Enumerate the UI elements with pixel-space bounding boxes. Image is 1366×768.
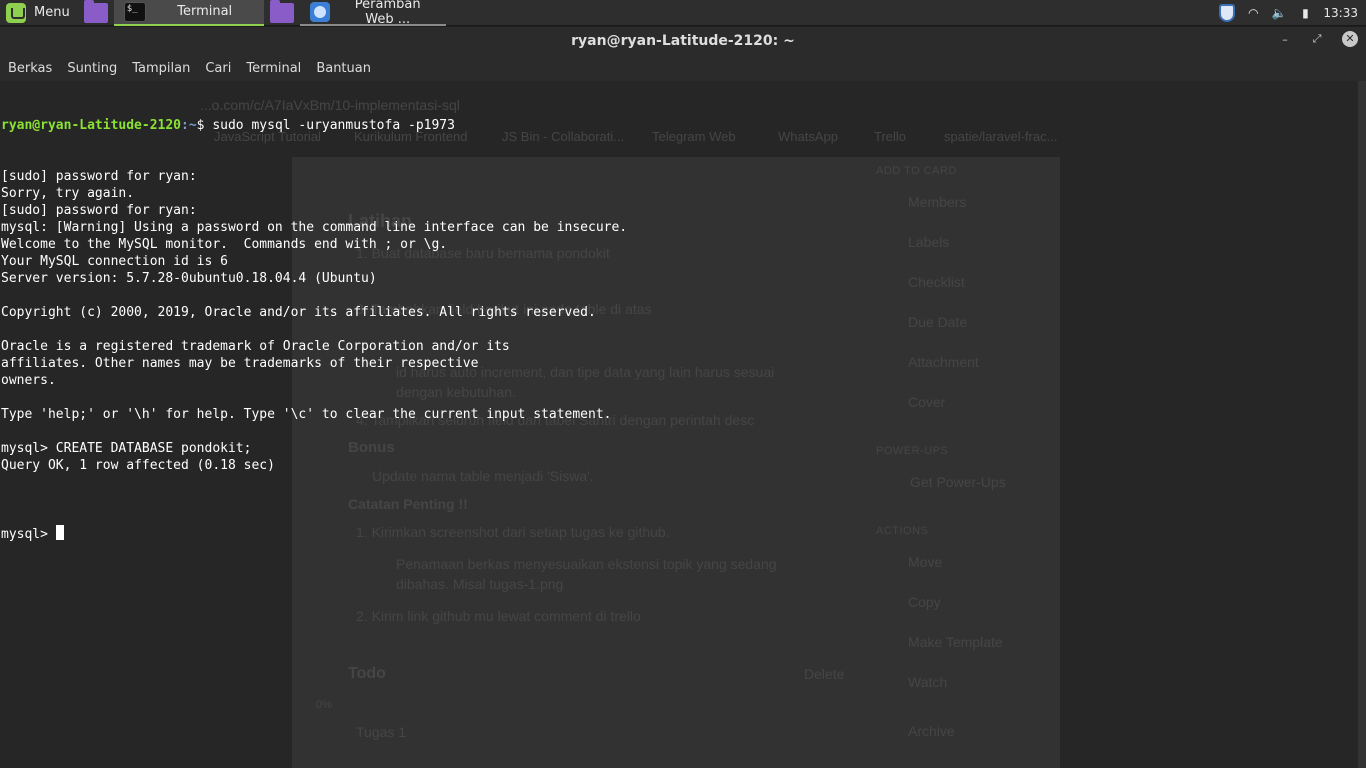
ghost-side-item: Make Template bbox=[908, 634, 1003, 650]
ghost-side-item: Watch bbox=[908, 674, 948, 690]
system-tray: ◠ 🔈 ▮ 13:33 bbox=[1219, 3, 1366, 22]
shield-icon[interactable] bbox=[1219, 3, 1236, 22]
minimize-button[interactable]: – bbox=[1278, 33, 1292, 46]
ghost-section: ACTIONS bbox=[876, 525, 929, 537]
folder-icon[interactable] bbox=[269, 0, 294, 23]
menu-label: Menu bbox=[34, 5, 70, 20]
clock[interactable]: 13:33 bbox=[1323, 6, 1358, 20]
menu-cari[interactable]: Cari bbox=[205, 61, 231, 76]
battery-icon[interactable]: ▮ bbox=[1297, 5, 1313, 21]
menu-bantuan[interactable]: Bantuan bbox=[316, 61, 371, 76]
output-lines: [sudo] password for ryan: Sorry, try agai… bbox=[1, 168, 627, 491]
task-browser[interactable]: Peramban Web ... bbox=[299, 0, 446, 27]
ghost-section: ADD TO CARD bbox=[876, 165, 957, 177]
ghost-bookmark: WhatsApp bbox=[778, 129, 838, 144]
terminal-line: owners. bbox=[1, 373, 56, 388]
terminal-menubar: Berkas Sunting Tampilan Cari Terminal Ba… bbox=[0, 55, 1366, 81]
task-terminal[interactable]: $_ Terminal bbox=[113, 0, 264, 26]
terminal-scrollbar[interactable] bbox=[1358, 81, 1366, 768]
ghost-line: Todo bbox=[348, 665, 386, 682]
prompt-user: ryan@ryan-Latitude-2120 bbox=[1, 118, 182, 133]
ghost-bookmark: Telegram Web bbox=[652, 129, 736, 144]
menu-button[interactable]: Menu bbox=[0, 0, 78, 26]
terminal-line: Welcome to the MySQL monitor. Commands e… bbox=[1, 237, 448, 252]
ghost-side-item: Attachment bbox=[908, 354, 979, 370]
ghost-line: Tugas 1 bbox=[356, 724, 407, 740]
menu-sunting[interactable]: Sunting bbox=[67, 61, 117, 76]
wifi-icon[interactable]: ◠ bbox=[1245, 5, 1261, 21]
terminal-line: [sudo] password for ryan: bbox=[1, 169, 197, 184]
terminal-line: [sudo] password for ryan: bbox=[1, 203, 197, 218]
task-label: Terminal bbox=[177, 4, 233, 19]
terminal-line: Query OK, 1 row affected (0.18 sec) bbox=[1, 458, 275, 473]
mysql-prompt: mysql> bbox=[1, 527, 56, 542]
window-controls: – ⤢ ✕ bbox=[1278, 31, 1358, 47]
terminal-icon: $_ bbox=[123, 1, 146, 22]
menu-tampilan[interactable]: Tampilan bbox=[132, 61, 190, 76]
ghost-side-item: Copy bbox=[908, 594, 941, 610]
terminal-line: Server version: 5.7.28-0ubuntu0.18.04.4 … bbox=[1, 271, 377, 286]
ghost-side-item: Members bbox=[908, 194, 967, 210]
menu-berkas[interactable]: Berkas bbox=[8, 61, 52, 76]
terminal-line: mysql> CREATE DATABASE pondokit; bbox=[1, 441, 252, 456]
close-button[interactable]: ✕ bbox=[1342, 31, 1358, 47]
terminal-line: affiliates. Other names may be trademark… bbox=[1, 356, 479, 371]
ghost-side-item: Get Power-Ups bbox=[910, 474, 1006, 490]
window-titlebar[interactable]: ryan@ryan-Latitude-2120: ~ – ⤢ ✕ bbox=[0, 27, 1366, 55]
ghost-side-item: Labels bbox=[908, 234, 950, 250]
ghost-side-item: Cover bbox=[908, 394, 946, 410]
ghost-line: 2. Kirim link github mu lewat comment di… bbox=[356, 608, 641, 624]
terminal-line: mysql: [Warning] Using a password on the… bbox=[1, 220, 628, 235]
text-cursor bbox=[55, 525, 64, 540]
terminal-line: Your MySQL connection id is 6 bbox=[1, 254, 228, 269]
browser-icon bbox=[309, 1, 330, 22]
current-prompt-line[interactable]: mysql> bbox=[1, 525, 627, 542]
terminal-area[interactable]: ...o.com/c/A7IaVxBm/10-implementasi-sql … bbox=[0, 81, 1366, 768]
ghost-progress: 0% bbox=[316, 699, 332, 711]
terminal-line: Oracle is a registered trademark of Orac… bbox=[1, 339, 510, 354]
ghost-line: dibahas. Misal tugas-1.png bbox=[396, 576, 564, 592]
mint-logo-icon bbox=[6, 2, 26, 23]
task-label: Peramban Web ... bbox=[354, 0, 421, 27]
terminal-output: ryan@ryan-Latitude-2120:~$ sudo mysql -u… bbox=[1, 83, 627, 576]
ghost-side-item: Move bbox=[908, 554, 943, 570]
ghost-bookmark: spatie/laravel-frac... bbox=[944, 129, 1058, 144]
ghost-bookmark: Trello bbox=[874, 129, 907, 144]
command-line: ryan@ryan-Latitude-2120:~$ sudo mysql -u… bbox=[1, 117, 627, 134]
terminal-line: Copyright (c) 2000, 2019, Oracle and/or … bbox=[1, 305, 596, 320]
prompt-path: :~ bbox=[181, 118, 197, 133]
top-panel: Menu $_ Terminal Peramban Web ... ◠ 🔈 ▮ … bbox=[0, 0, 1366, 27]
window-title: ryan@ryan-Latitude-2120: ~ bbox=[571, 33, 795, 49]
menu-terminal[interactable]: Terminal bbox=[246, 61, 301, 76]
ghost-section: POWER-UPS bbox=[876, 445, 949, 457]
folder-icon[interactable] bbox=[83, 0, 108, 23]
ghost-side-item: Checklist bbox=[908, 274, 965, 290]
command-text: $ sudo mysql -uryanmustofa -p1973 bbox=[196, 118, 455, 133]
terminal-line: Sorry, try again. bbox=[1, 186, 135, 201]
ghost-delete: Delete bbox=[804, 666, 845, 682]
ghost-side-item: Archive bbox=[908, 723, 955, 739]
volume-icon[interactable]: 🔈 bbox=[1271, 5, 1287, 21]
terminal-line: Type 'help;' or '\h' for help. Type '\c'… bbox=[1, 407, 612, 422]
maximize-button[interactable]: ⤢ bbox=[1310, 32, 1324, 46]
ghost-side-item: Due Date bbox=[908, 314, 968, 330]
